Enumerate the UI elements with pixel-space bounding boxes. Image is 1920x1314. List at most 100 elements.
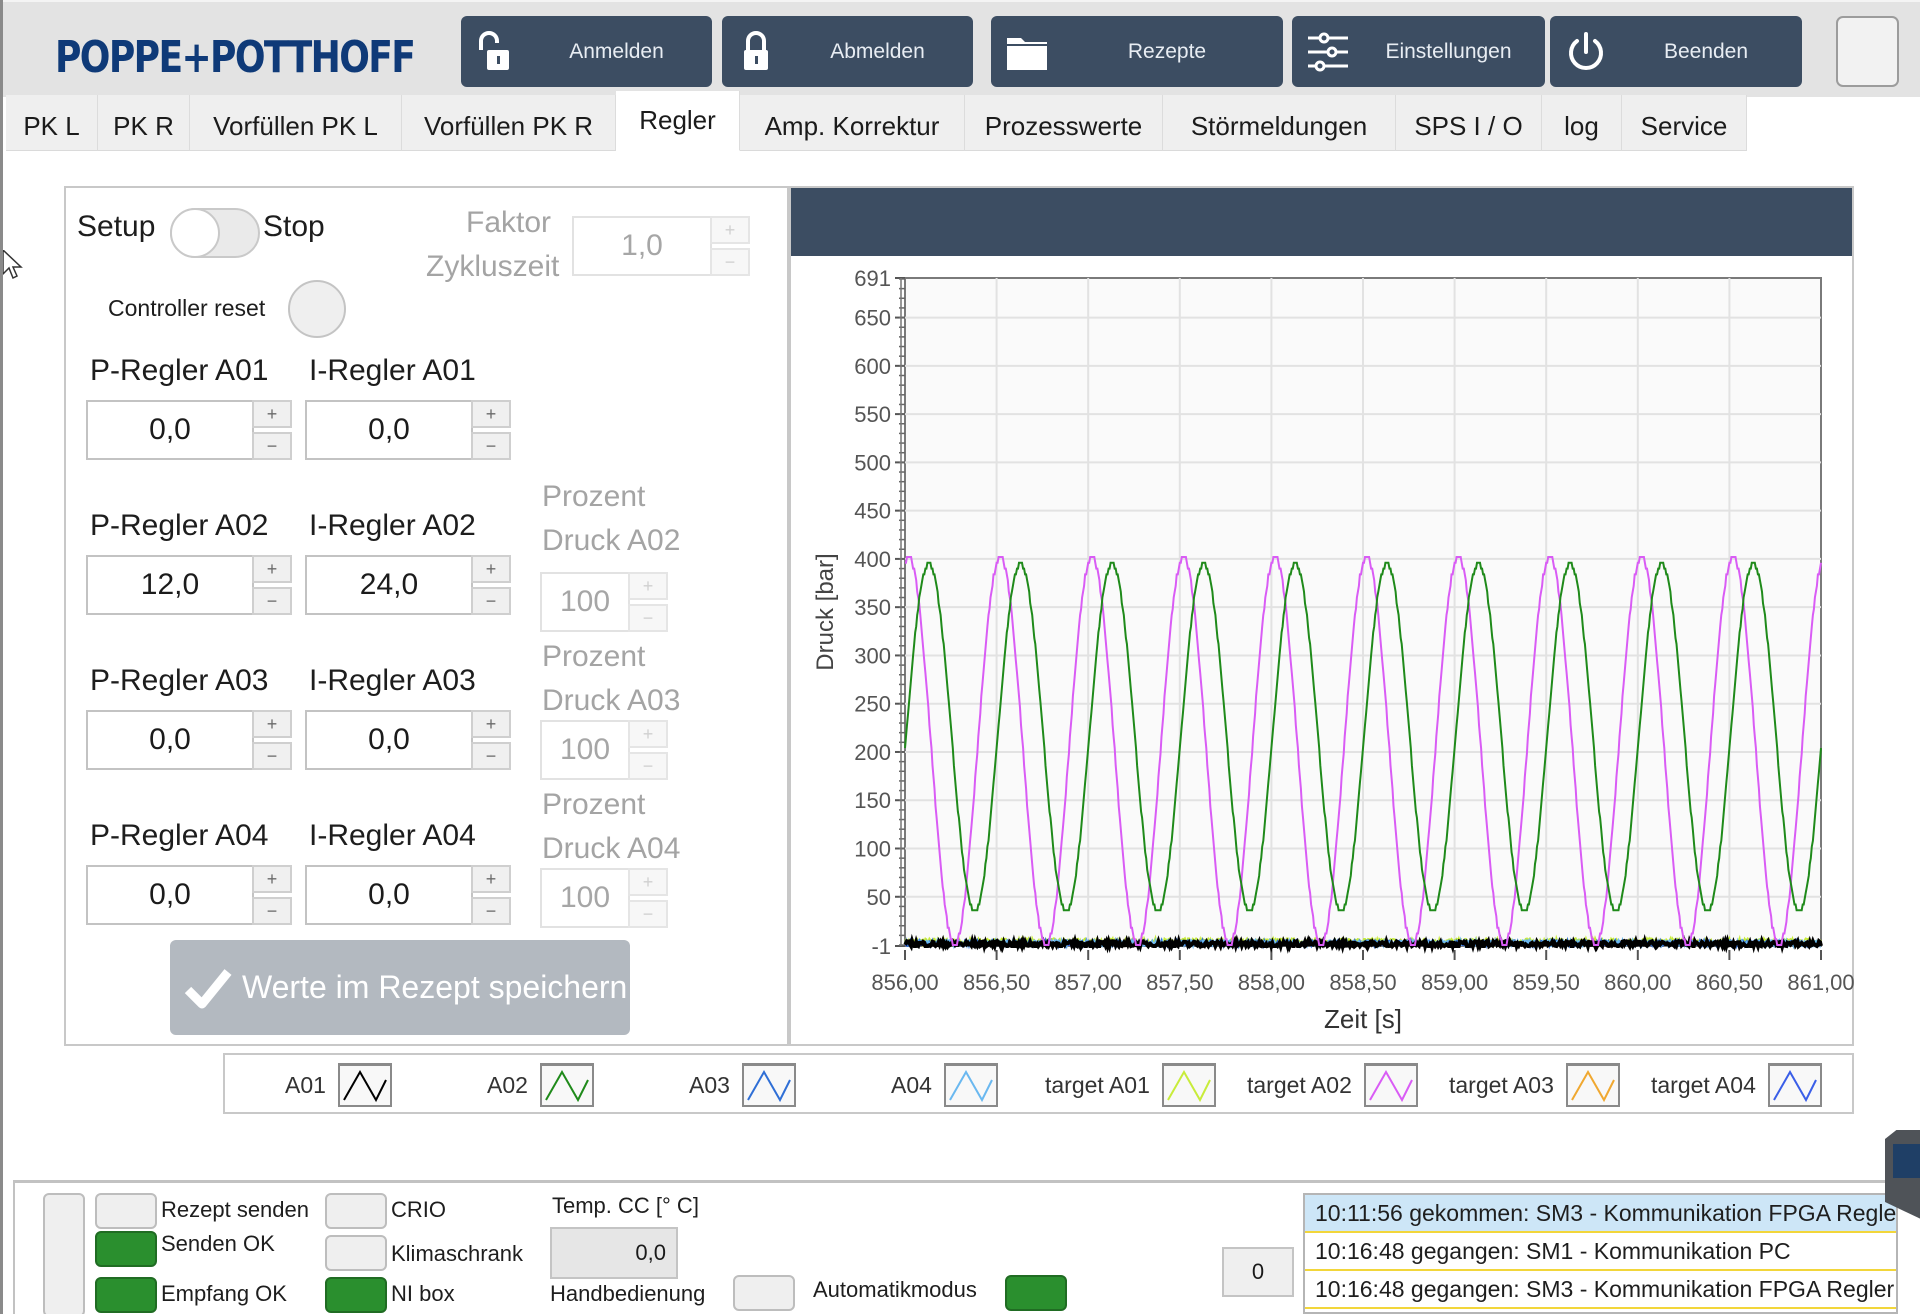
decrement-button[interactable]: −: [252, 742, 292, 770]
setup-stop-toggle[interactable]: [170, 208, 260, 258]
settings-button[interactable]: Einstellungen: [1292, 16, 1545, 87]
line-sample-icon: [747, 1069, 791, 1103]
login-button[interactable]: Anmelden: [461, 16, 712, 87]
decrement-button[interactable]: −: [628, 604, 668, 632]
message-list[interactable]: 10:11:56 gekommen: SM3 - Kommunikation F…: [1303, 1193, 1898, 1314]
increment-button[interactable]: +: [252, 555, 292, 583]
tab-vorfuellen-pk-r[interactable]: Vorfüllen PK R: [402, 95, 616, 151]
increment-button[interactable]: +: [471, 400, 511, 428]
legend-label: A03: [689, 1071, 730, 1098]
prozent-druck-a02-input[interactable]: 100: [540, 572, 630, 632]
legend-swatch[interactable]: [943, 1063, 998, 1107]
increment-button[interactable]: +: [710, 216, 750, 244]
legend-label: target A03: [1449, 1071, 1554, 1098]
legend-label: A02: [487, 1071, 528, 1098]
crio-led: [325, 1193, 387, 1229]
decrement-button[interactable]: −: [471, 897, 511, 925]
decrement-button[interactable]: −: [252, 432, 292, 460]
tab-log[interactable]: log: [1542, 95, 1622, 151]
message-item[interactable]: 10:16:48 gegangen: SM1 - Kommunikation P…: [1305, 1233, 1896, 1271]
prozent-druck-a04-input[interactable]: 100: [540, 868, 630, 928]
senden-ok-label: Senden OK: [161, 1231, 275, 1256]
legend-label: target A02: [1247, 1071, 1352, 1098]
app-window: POPPE+POTTHOFF Anmelden Abmelden Rezepte: [0, 0, 1920, 1314]
line-sample-icon: [949, 1069, 993, 1103]
decrement-button[interactable]: −: [628, 900, 668, 928]
empfang-ok-led: [95, 1277, 157, 1313]
i-regler-a01-input[interactable]: 0,0: [305, 400, 473, 460]
controller-reset-button[interactable]: [288, 280, 346, 338]
i-regler-a03-input[interactable]: 0,0: [305, 710, 473, 770]
tab-prozesswerte[interactable]: Prozesswerte: [965, 95, 1163, 151]
tab-amp-korrektur[interactable]: Amp. Korrektur: [740, 95, 965, 151]
tab-pk-r[interactable]: PK R: [98, 95, 190, 151]
company-logo: POPPE+POTTHOFF: [55, 32, 416, 83]
druck-a02-label: Druck A02: [542, 524, 681, 557]
i-regler-a04-input[interactable]: 0,0: [305, 865, 473, 925]
senden-ok-led: [95, 1231, 157, 1267]
increment-button[interactable]: +: [252, 400, 292, 428]
increment-button[interactable]: +: [471, 865, 511, 893]
message-item[interactable]: 10:16:48 gegangen: SM3 - Kommunikation F…: [1305, 1271, 1896, 1309]
increment-button[interactable]: +: [252, 865, 292, 893]
i-regler-a04-label: I-Regler A04: [309, 819, 476, 852]
decrement-button[interactable]: −: [471, 587, 511, 615]
prozent-druck-a03-input[interactable]: 100: [540, 720, 630, 780]
tab-sps-io[interactable]: SPS I / O: [1396, 95, 1542, 151]
tab-vorfuellen-pk-l[interactable]: Vorfüllen PK L: [190, 95, 402, 151]
legend-item-a01: A01: [285, 1063, 392, 1107]
legend-swatch[interactable]: [1565, 1063, 1620, 1107]
legend-swatch[interactable]: [539, 1063, 594, 1107]
exit-button[interactable]: Beenden: [1550, 16, 1802, 87]
legend-swatch[interactable]: [1767, 1063, 1822, 1107]
legend-swatch[interactable]: [1161, 1063, 1216, 1107]
logout-button[interactable]: Abmelden: [722, 16, 973, 87]
decrement-button[interactable]: −: [471, 432, 511, 460]
header-bar: POPPE+POTTHOFF Anmelden Abmelden Rezepte: [3, 0, 1920, 97]
mouse-cursor-icon: [3, 250, 23, 280]
power-icon: [1569, 32, 1603, 70]
increment-button[interactable]: +: [628, 572, 668, 600]
faktor-label: Faktor: [466, 206, 552, 239]
controller-settings-panel: Setup Stop Faktor Zykluszeit 1,0 + − Con…: [64, 186, 789, 1046]
recipes-button[interactable]: Rezepte: [991, 16, 1283, 87]
status-indicator-tall: [43, 1193, 85, 1314]
p-regler-a03-input[interactable]: 0,0: [86, 710, 254, 770]
decrement-button[interactable]: −: [710, 248, 750, 276]
chart-header-bar: [791, 188, 1852, 256]
legend-item-target-a03: target A03: [1449, 1063, 1620, 1107]
increment-button[interactable]: +: [628, 720, 668, 748]
p-regler-a01-input[interactable]: 0,0: [86, 400, 254, 460]
decrement-button[interactable]: −: [252, 897, 292, 925]
tab-pk-l[interactable]: PK L: [6, 95, 98, 151]
legend-swatch[interactable]: [1363, 1063, 1418, 1107]
tab-service[interactable]: Service: [1622, 95, 1747, 151]
message-item[interactable]: 10:11:56 gekommen: SM3 - Kommunikation F…: [1305, 1195, 1896, 1233]
legend-label: A04: [891, 1071, 932, 1098]
save-to-recipe-label: Werte im Rezept speichern: [242, 969, 628, 1005]
legend-swatch[interactable]: [337, 1063, 392, 1107]
decrement-button[interactable]: −: [628, 752, 668, 780]
p-regler-a02-input[interactable]: 12,0: [86, 555, 254, 615]
tab-stoermeldungen[interactable]: Störmeldungen: [1163, 95, 1396, 151]
save-to-recipe-button[interactable]: Werte im Rezept speichern: [170, 940, 630, 1035]
toggle-knob: [170, 208, 220, 258]
blank-square-button[interactable]: [1836, 16, 1899, 87]
p-regler-a04-label: P-Regler A04: [90, 819, 269, 852]
increment-button[interactable]: +: [471, 710, 511, 738]
i-regler-a02-input[interactable]: 24,0: [305, 555, 473, 615]
increment-button[interactable]: +: [252, 710, 292, 738]
rezept-senden-led: [95, 1193, 157, 1229]
tab-regler[interactable]: Regler: [616, 91, 740, 151]
legend-swatch[interactable]: [741, 1063, 796, 1107]
p-regler-a04-input[interactable]: 0,0: [86, 865, 254, 925]
remote-support-icon: [1893, 1144, 1920, 1178]
faktor-zykluszeit-input[interactable]: 1,0: [572, 216, 712, 276]
p-regler-a01-label: P-Regler A01: [90, 354, 269, 387]
druck-a04-label: Druck A04: [542, 832, 681, 865]
decrement-button[interactable]: −: [471, 742, 511, 770]
increment-button[interactable]: +: [628, 868, 668, 896]
increment-button[interactable]: +: [471, 555, 511, 583]
crio-label: CRIO: [391, 1197, 446, 1222]
decrement-button[interactable]: −: [252, 587, 292, 615]
